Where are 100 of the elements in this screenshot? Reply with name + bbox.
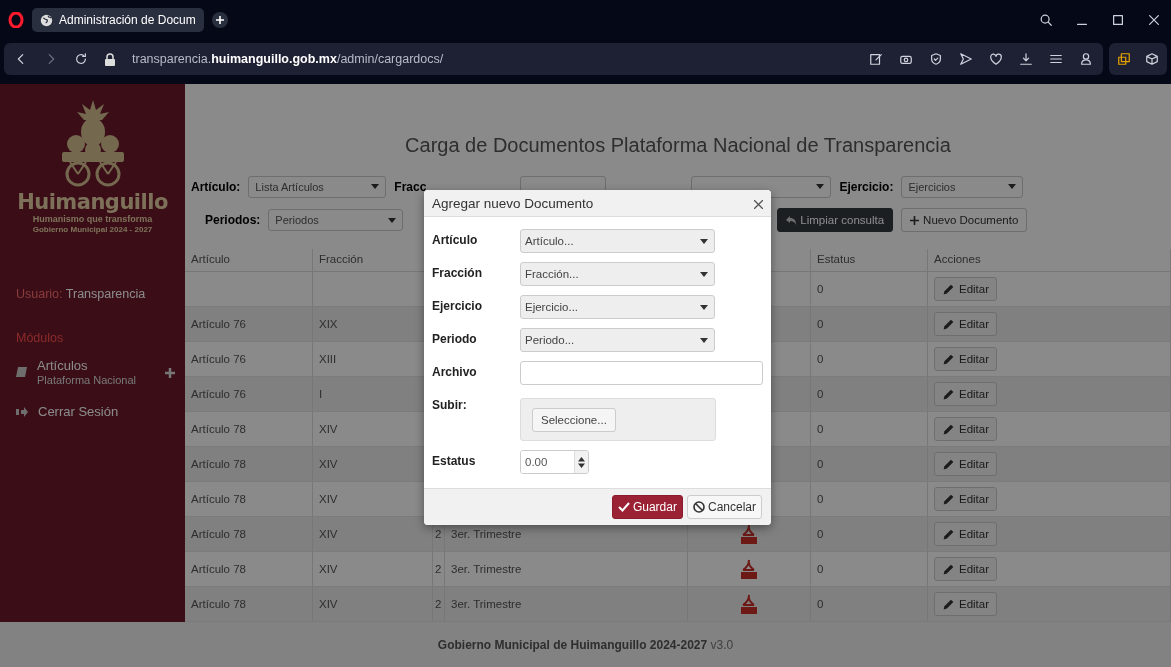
heart-icon[interactable]: [989, 52, 1003, 66]
filter-label: Fracc: [394, 179, 427, 194]
pencil-icon: [942, 597, 955, 611]
column-header: Artículo: [185, 249, 313, 271]
field-label: Periodo: [432, 331, 478, 346]
table-cell: Artículo 78: [185, 447, 313, 481]
table-cell: 0: [811, 552, 928, 586]
select-field[interactable]: Artículo...: [520, 229, 715, 253]
section-heading: Módulos: [16, 331, 65, 345]
check-icon: [617, 502, 630, 512]
browser-tab[interactable]: Administración de Docum: [32, 8, 204, 32]
sidebar-item[interactable]: Cerrar Sesión: [16, 405, 175, 419]
plus-icon: [215, 16, 224, 24]
download-icon[interactable]: [1019, 52, 1033, 66]
table-cell: Artículo 78: [185, 552, 313, 586]
reload-icon[interactable]: [74, 52, 88, 66]
sign-out-icon: [16, 407, 28, 417]
edit-button[interactable]: Editar: [934, 487, 998, 511]
send-icon[interactable]: [959, 52, 973, 66]
pencil-icon: [942, 387, 955, 401]
filter-label: Periodos:: [205, 213, 261, 228]
lock-icon[interactable]: [104, 52, 116, 66]
table-cell: 0: [811, 587, 928, 621]
new-tab-button[interactable]: [211, 12, 228, 28]
save-button[interactable]: Guardar: [611, 495, 683, 519]
number-field[interactable]: 0.00: [520, 450, 589, 474]
filter-select[interactable]: Lista Artículos: [248, 175, 387, 198]
caret-icon: [371, 184, 380, 190]
sliders-icon[interactable]: [1049, 52, 1063, 66]
table-cell: 0: [811, 517, 928, 551]
edit-button[interactable]: Editar: [934, 382, 998, 406]
filter-select[interactable]: Ejercicios: [901, 175, 1024, 198]
table-cell: 3er. Trimestre: [445, 587, 688, 621]
windows-icon[interactable]: [1117, 52, 1131, 66]
search-icon[interactable]: [1039, 13, 1053, 27]
url-text[interactable]: transparencia.huimanguillo.gob.mx/admin/cargardocs/: [132, 52, 444, 66]
caret-icon: [388, 217, 397, 223]
edit-button[interactable]: Editar: [934, 557, 998, 581]
pencil-icon: [942, 352, 955, 366]
plus-icon: [910, 215, 920, 225]
ban-icon: [692, 501, 705, 513]
select-field[interactable]: Ejercicio...: [520, 295, 715, 319]
pencil-icon: [942, 527, 955, 541]
edit-button[interactable]: Editar: [934, 277, 998, 301]
table-cell: Artículo 78: [185, 587, 313, 621]
pencil-icon: [942, 562, 955, 576]
table-cell: 0: [811, 342, 928, 376]
pencil-icon: [942, 492, 955, 506]
user-info: Usuario: Transparencia: [16, 287, 147, 301]
column-header: Estatus: [811, 249, 928, 271]
plus-icon[interactable]: [165, 368, 175, 378]
table-cell: Artículo 78: [185, 412, 313, 446]
dialog-title: Agregar nuevo Documento: [432, 195, 594, 211]
edit-button[interactable]: Editar: [934, 417, 998, 441]
table-cell: 0: [811, 377, 928, 411]
sidebar-item[interactable]: Artículos Plataforma Nacional: [16, 359, 175, 387]
logo-period: Gobierno Municipal 2024 - 2027: [32, 225, 153, 235]
new-document-button[interactable]: Nuevo Documento: [901, 208, 1028, 233]
cube-icon[interactable]: [1145, 52, 1159, 66]
field-label: Archivo: [432, 364, 478, 379]
user-icon[interactable]: [1079, 52, 1093, 66]
edit-button[interactable]: Editar: [934, 347, 998, 371]
column-header: Acciones: [928, 249, 1171, 271]
table-cell: 2: [433, 552, 445, 586]
table-cell: XIV: [313, 587, 433, 621]
browser-logo-icon[interactable]: [8, 12, 24, 28]
book-icon: [16, 367, 27, 379]
pencil-icon: [942, 457, 955, 471]
field-label: Ejercicio: [432, 298, 484, 313]
caret-icon: [816, 184, 825, 190]
caret-icon: [700, 304, 708, 310]
globe-icon: [40, 13, 53, 27]
choose-file-button[interactable]: Seleccione...: [532, 407, 616, 432]
select-field[interactable]: Fracción...: [520, 262, 715, 286]
maximize-icon[interactable]: [1111, 13, 1125, 27]
logo-name: Huimanguillo: [17, 190, 168, 214]
pencil-icon: [942, 317, 955, 331]
field-label: Artículo: [432, 232, 479, 247]
select-field[interactable]: Periodo...: [520, 328, 715, 352]
table-cell: 0: [811, 412, 928, 446]
edit-button[interactable]: Editar: [934, 452, 998, 476]
pencil-icon: [942, 282, 955, 296]
shield-icon[interactable]: [929, 52, 943, 66]
filter-label: Ejercicio:: [839, 179, 894, 194]
filter-select[interactable]: Periodos: [268, 209, 404, 232]
field-label: Estatus: [432, 453, 477, 468]
field-label: Fracción: [432, 265, 483, 280]
caret-icon: [1008, 184, 1017, 190]
table-cell: Artículo 76: [185, 342, 313, 376]
edit-button[interactable]: Editar: [934, 312, 998, 336]
input-field[interactable]: [520, 361, 763, 385]
edit-button[interactable]: Editar: [934, 522, 998, 546]
clear-query-button[interactable]: Limpiar consulta: [777, 208, 894, 233]
edit-button[interactable]: Editar: [934, 592, 998, 616]
close-icon[interactable]: [1147, 13, 1161, 27]
pdf-icon[interactable]: [740, 523, 758, 545]
footer-text: Gobierno Municipal de Huimanguillo 2024-2027 v3.0: [437, 637, 734, 652]
edit-icon[interactable]: [869, 52, 883, 66]
spinner-icon[interactable]: [578, 456, 585, 468]
cancel-button[interactable]: Cancelar: [686, 495, 762, 519]
